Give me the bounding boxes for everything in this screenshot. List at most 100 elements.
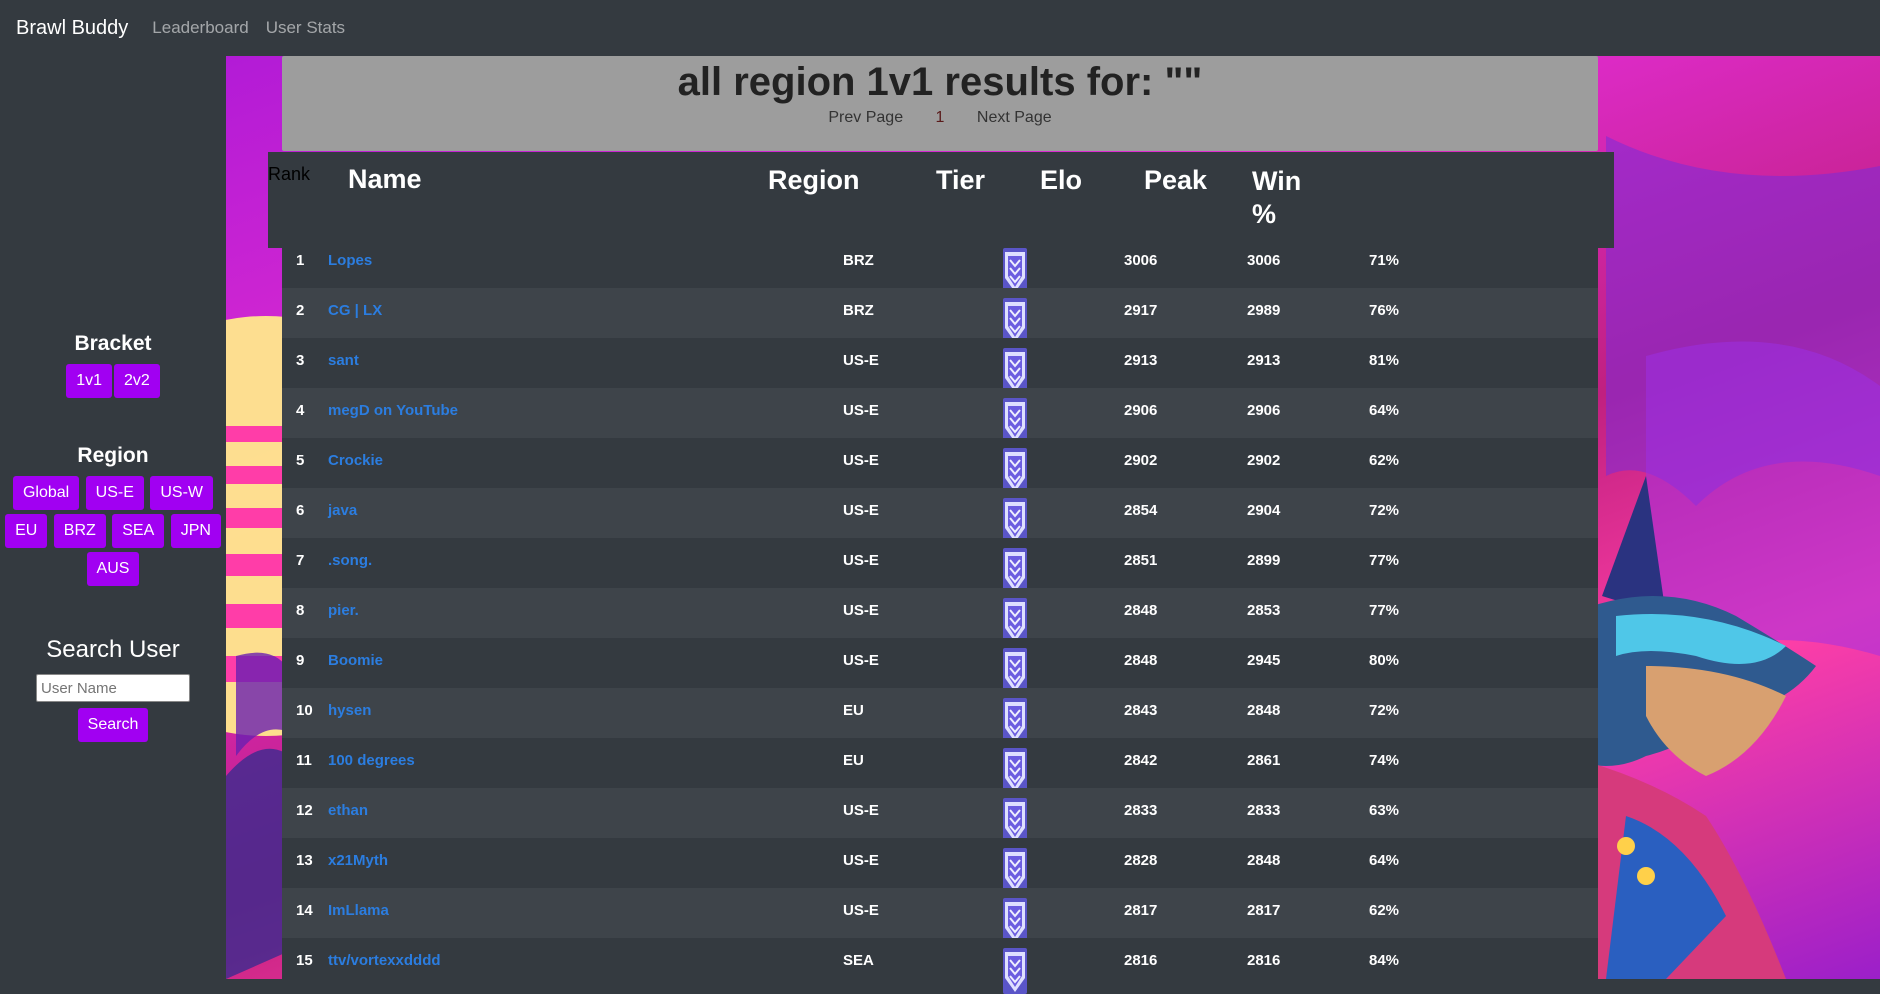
region-button-sea[interactable]: SEA <box>112 514 165 548</box>
cell-elo: 2917 <box>1124 302 1158 319</box>
table-row: 8 pier. US-E 2848 2853 77% <box>282 588 1598 644</box>
region-heading: Region <box>77 444 149 467</box>
table-row: 2 CG | LX BRZ 2917 2989 76% <box>282 288 1598 344</box>
cell-region: EU <box>843 752 864 769</box>
cell-rank: 12 <box>296 802 313 819</box>
cell-rank: 3 <box>296 352 305 369</box>
table-row: 5 Crockie US-E 2902 2902 62% <box>282 438 1598 494</box>
table-row: 9 Boomie US-E 2848 2945 80% <box>282 638 1598 694</box>
table-row: 7 .song. US-E 2851 2899 77% <box>282 538 1598 594</box>
cell-elo: 2848 <box>1124 652 1158 669</box>
prev-page-link[interactable]: Prev Page <box>828 109 903 126</box>
nav-link-leaderboard[interactable]: Leaderboard <box>152 18 248 38</box>
cell-elo: 2843 <box>1124 702 1158 719</box>
cell-win: 77% <box>1369 552 1400 569</box>
column-header-tier: Tier <box>936 165 986 195</box>
cell-win: 72% <box>1369 702 1400 719</box>
page-title: all region 1v1 results for: "" <box>677 60 1203 104</box>
cell-elo: 2902 <box>1124 452 1158 469</box>
cell-peak: 2902 <box>1247 452 1281 469</box>
table-row: 11 100 degrees EU 2842 2861 74% <box>282 738 1598 794</box>
region-button-us-w[interactable]: US-W <box>150 476 214 510</box>
cell-peak: 2989 <box>1247 302 1281 319</box>
cell-elo: 2828 <box>1124 852 1158 869</box>
cell-name[interactable]: Crockie <box>328 452 383 469</box>
cell-rank: 6 <box>296 502 305 519</box>
region-button-jpn[interactable]: JPN <box>170 514 221 548</box>
cell-name[interactable]: megD on YouTube <box>328 402 458 419</box>
cell-name[interactable]: .song. <box>328 552 372 569</box>
cell-region: US-E <box>843 502 879 519</box>
cell-elo: 2833 <box>1124 802 1158 819</box>
brand-logo[interactable]: Brawl Buddy <box>16 17 128 40</box>
cell-name[interactable]: hysen <box>328 702 371 719</box>
column-header-win: Win % <box>1252 166 1302 229</box>
cell-peak: 2913 <box>1247 352 1281 369</box>
next-page-link[interactable]: Next Page <box>977 109 1052 126</box>
cell-region: US-E <box>843 652 879 669</box>
table-header: Rank Name Region Tier Elo Peak Win % <box>268 152 1614 248</box>
cell-region: BRZ <box>843 302 874 319</box>
column-header-peak: Peak <box>1144 165 1208 195</box>
cell-name[interactable]: 100 degrees <box>328 752 415 769</box>
cell-peak: 2848 <box>1247 702 1281 719</box>
cell-peak: 3006 <box>1247 252 1281 269</box>
cell-peak: 2817 <box>1247 902 1281 919</box>
cell-elo: 2854 <box>1124 502 1158 519</box>
table-row: 4 megD on YouTube US-E 2906 2906 64% <box>282 388 1598 444</box>
cell-name[interactable]: java <box>328 502 357 519</box>
cell-elo: 2906 <box>1124 402 1158 419</box>
table-row: 3 sant US-E 2913 2913 81% <box>282 338 1598 394</box>
cell-name[interactable]: sant <box>328 352 359 369</box>
cell-name[interactable]: ttv/vortexxdddd <box>328 952 441 969</box>
region-button-us-e[interactable]: US-E <box>85 476 144 510</box>
cell-name[interactable]: ImLlama <box>328 902 389 919</box>
cell-rank: 2 <box>296 302 305 319</box>
nav-link-user-stats[interactable]: User Stats <box>266 18 345 38</box>
cell-peak: 2833 <box>1247 802 1281 819</box>
bracket-button-2v2[interactable]: 2v2 <box>114 364 160 398</box>
region-button-brz[interactable]: BRZ <box>53 514 106 548</box>
cell-region: US-E <box>843 602 879 619</box>
cell-region: US-E <box>843 452 879 469</box>
cell-win: 62% <box>1369 902 1400 919</box>
cell-region: BRZ <box>843 252 874 269</box>
cell-rank: 5 <box>296 452 305 469</box>
search-input[interactable] <box>36 674 190 702</box>
column-header-name: Name <box>348 164 422 194</box>
cell-name[interactable]: Boomie <box>328 652 383 669</box>
bracket-button-1v1[interactable]: 1v1 <box>66 364 112 398</box>
cell-rank: 10 <box>296 702 313 719</box>
cell-region: US-E <box>843 402 879 419</box>
table-row: 12 ethan US-E 2833 2833 63% <box>282 788 1598 844</box>
bracket-heading: Bracket <box>74 332 152 355</box>
search-user-heading: Search User <box>46 636 180 663</box>
region-button-eu[interactable]: EU <box>5 514 48 548</box>
cell-win: 62% <box>1369 452 1400 469</box>
cell-name[interactable]: CG | LX <box>328 302 382 319</box>
cell-name[interactable]: pier. <box>328 602 359 619</box>
cell-elo: 2842 <box>1124 752 1158 769</box>
region-button-global[interactable]: Global <box>12 476 80 510</box>
cell-rank: 13 <box>296 852 313 869</box>
cell-peak: 2853 <box>1247 602 1281 619</box>
cell-region: EU <box>843 702 864 719</box>
cell-region: US-E <box>843 552 879 569</box>
cell-elo: 2851 <box>1124 552 1158 569</box>
cell-win: 81% <box>1369 352 1400 369</box>
cell-region: SEA <box>843 952 874 969</box>
search-button[interactable]: Search <box>77 708 149 742</box>
cell-name[interactable]: x21Myth <box>328 852 388 869</box>
results-header: all region 1v1 results for: "" Prev Page… <box>282 56 1598 151</box>
table-row: 10 hysen EU 2843 2848 72% <box>282 688 1598 744</box>
cell-elo: 2816 <box>1124 952 1158 969</box>
cell-peak: 2848 <box>1247 852 1281 869</box>
current-page: 1 <box>935 109 945 126</box>
cell-peak: 2904 <box>1247 502 1281 519</box>
cell-name[interactable]: Lopes <box>328 252 372 269</box>
cell-win: 80% <box>1369 652 1400 669</box>
cell-peak: 2906 <box>1247 402 1281 419</box>
cell-elo: 2848 <box>1124 602 1158 619</box>
region-button-aus[interactable]: AUS <box>86 552 140 586</box>
cell-name[interactable]: ethan <box>328 802 368 819</box>
